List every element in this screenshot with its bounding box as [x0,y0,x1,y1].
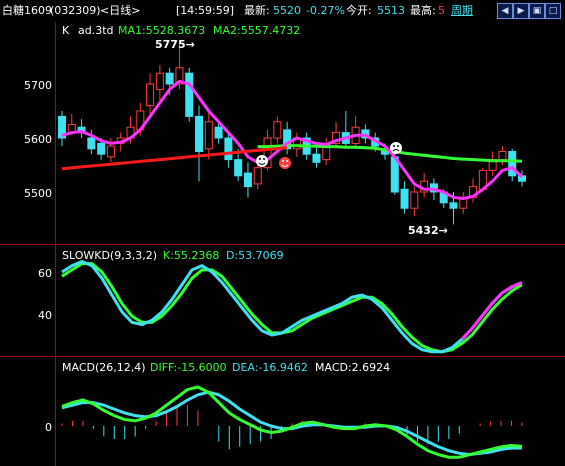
ma2-label: MA2:5557.4732 [213,24,300,37]
candle-body [400,188,409,209]
candle-body [106,145,115,158]
smiley-icon [390,142,402,154]
period-label[interactable]: <日线> [100,0,140,22]
macd-dea-label: DEA:-16.9462 [232,361,308,374]
latest-value: 5520 [273,4,301,17]
candle-body [214,126,223,139]
macd-value-label: MACD:2.6924 [315,361,390,374]
candle-body [195,115,204,152]
candle-body [449,202,458,209]
macd-diff-label: DIFF:-15.6000 [150,361,227,374]
macd-tick-0: 0 [45,421,52,434]
candle-body [253,167,262,185]
kd-tick-60: 60 [38,267,52,280]
adjust-label: ad.3td [78,24,114,37]
kd-label: SLOWKD(9,3,3,2) [62,249,157,262]
kd-tick-40: 40 [38,309,52,322]
candle-body [224,137,233,161]
zoom-in-icon[interactable]: □ [545,3,561,19]
smiley-icon [279,157,291,169]
symbol-code: (032309) [50,4,101,17]
candle-body [155,72,164,90]
scroll-left-icon[interactable]: ◀ [497,3,513,19]
zoom-out-icon[interactable]: ▣ [529,3,545,19]
kline-chart[interactable]: K ad.3td MA1:5528.3673 MA2:5557.4732 570… [0,22,565,466]
candle-body [234,159,243,177]
timestamp: [14:59:59] [176,4,234,17]
k-label: K [62,24,70,37]
ma1-label: MA1:5528.3673 [118,24,205,37]
high-label: 最高: [410,4,436,17]
candle-body [185,72,194,117]
smiley-icon [256,155,268,167]
candle-body [146,83,155,107]
candle-body [243,172,252,188]
latest-label: 最新: [244,4,270,17]
price-tick-5600: 5600 [24,133,52,146]
high-value: 5 [438,4,445,17]
high-annotation: 5775→ [155,38,195,51]
symbol-name: 白糖1609 [2,4,52,17]
candle-body [97,142,106,155]
price-tick-5500: 5500 [24,187,52,200]
kd-d-label: D:53.7069 [226,249,284,262]
candle-body [87,137,96,150]
quote-header: 白糖1609 (032309) <日线> [14:59:59] 最新: 5520… [0,0,565,22]
macd-diff-line [61,385,523,459]
cycle-link[interactable]: 周期 [451,0,473,22]
candle-body [410,191,419,209]
macd-label: MACD(26,12,4) [62,361,146,374]
candle-body [508,151,517,177]
kd-k-line [61,259,523,354]
change-percent: -0.27% [306,4,345,17]
candle-body [312,153,321,163]
open-value: 5513 [377,4,405,17]
candle-body [498,151,507,161]
kd-d-line [61,262,523,354]
candle-body [273,121,282,139]
open-label: 今开: [346,4,372,17]
price-tick-5700: 5700 [24,79,52,92]
kd-k-label: K:55.2368 [163,249,219,262]
candle-body [165,72,174,85]
low-annotation: 5432→ [408,224,448,237]
candle-body [204,121,213,150]
scroll-right-icon[interactable]: ▶ [513,3,529,19]
